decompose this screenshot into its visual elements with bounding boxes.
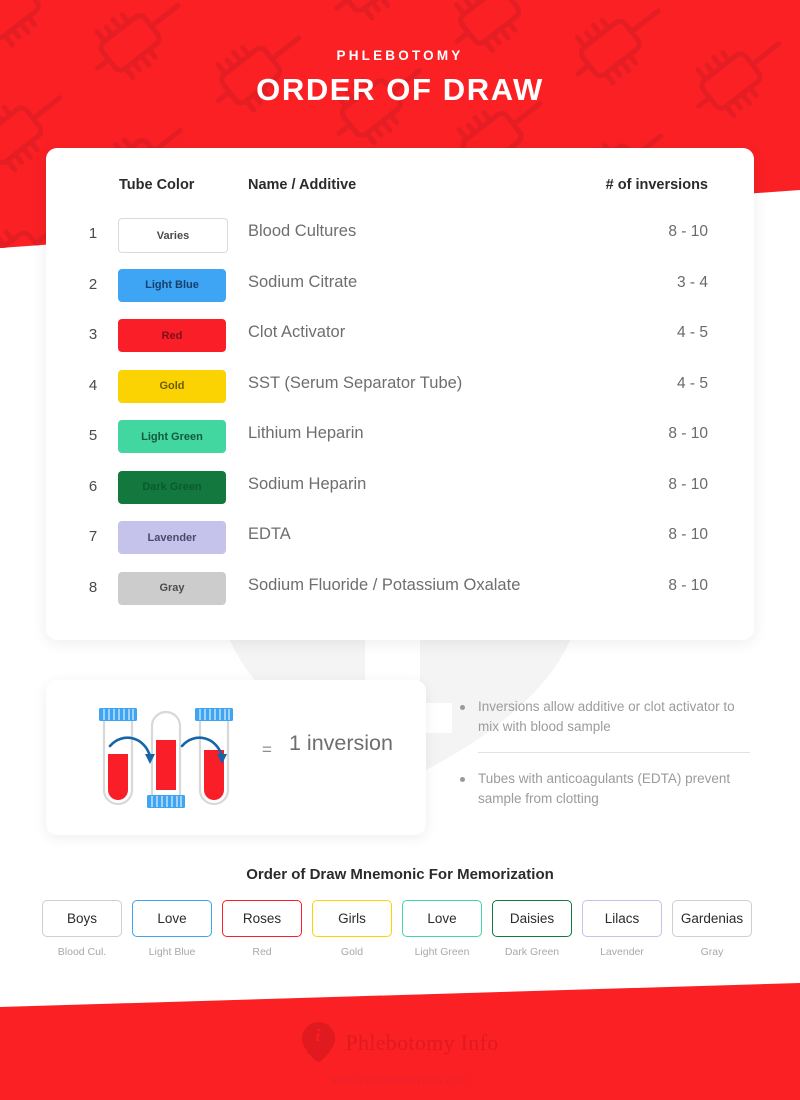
table-row: 7 Lavender EDTA 8 - 10: [46, 513, 754, 564]
table-row: 6 Dark Green Sodium Heparin 8 - 10: [46, 463, 754, 514]
info-pin-icon: i: [301, 1022, 335, 1064]
footer-url: www.phlebotomyinfo.com: [331, 1075, 469, 1087]
footer-content: i Phlebotomy Info www.phlebotomyinfo.com: [0, 1022, 800, 1087]
equals-sign: =: [262, 740, 272, 759]
mnemonic-item: Lilacs Lavender: [582, 900, 662, 958]
tube-color-chip: Lavender: [118, 521, 226, 554]
row-inversions: 8 - 10: [668, 526, 708, 543]
row-name-additive: Sodium Fluoride / Potassium Oxalate: [248, 575, 521, 594]
mnemonic-item: Girls Gold: [312, 900, 392, 958]
mnemonic-sublabel: Red: [252, 946, 272, 958]
inversion-definition-card: = 1 inversion: [46, 680, 426, 835]
row-inversions: 8 - 10: [668, 576, 708, 594]
mnemonic-word: Roses: [222, 900, 302, 937]
tube-color-chip: Gray: [118, 571, 226, 605]
row-name-additive: Sodium Heparin: [248, 474, 367, 493]
mnemonic-word: Love: [402, 900, 482, 937]
row-name-additive: Lithium Heparin: [248, 424, 364, 442]
bullet-dot-icon: [460, 777, 465, 783]
header-text-block: PHLEBOTOMY ORDER OF DRAW: [0, 0, 800, 108]
tube-color-chip: Red: [118, 319, 226, 352]
pin-letter: i: [315, 1026, 321, 1045]
inversion-label: 1 inversion: [289, 731, 393, 755]
table-header-row: Tube Color Name / Additive # of inversio…: [46, 173, 754, 207]
mnemonic-word: Lilacs: [582, 900, 662, 937]
mnemonic-item: Daisies Dark Green: [492, 900, 572, 958]
notes-list: Inversions allow additive or clot activa…: [460, 690, 750, 815]
row-inversions: 8 - 10: [668, 475, 708, 493]
row-index: 6: [88, 477, 98, 495]
mnemonic-word: Gardenias: [672, 900, 752, 937]
row-name-additive: Clot Activator: [248, 323, 346, 341]
mnemonic-item: Gardenias Gray: [672, 900, 752, 958]
mnemonic-item: Roses Red: [222, 900, 302, 958]
footer-brand: Phlebotomy Info: [345, 1030, 499, 1055]
column-header-inversions: # of inversions: [605, 177, 708, 193]
mnemonic-sublabel: Light Green: [414, 946, 470, 958]
note-item: Tubes with anticoagulants (EDTA) prevent…: [460, 762, 750, 815]
column-header-tube-color: Tube Color: [119, 177, 195, 193]
row-inversions: 8 - 10: [668, 223, 708, 240]
tube-color-chip: Light Blue: [118, 268, 226, 302]
tube-color-chip: Light Green: [118, 420, 226, 453]
tube-color-chip: Varies: [118, 218, 228, 253]
table-row: 1 Varies Blood Cultures 8 - 10: [46, 210, 754, 261]
mnemonic-sublabel: Dark Green: [504, 946, 560, 958]
header-kicker: PHLEBOTOMY: [336, 48, 464, 63]
tube-color-chip: Dark Green: [118, 470, 226, 504]
row-name-additive: EDTA: [248, 525, 291, 543]
mnemonic-sublabel: Lavender: [600, 946, 644, 958]
table-row: 4 Gold SST (Serum Separator Tube) 4 - 5: [46, 362, 754, 413]
note-item: Inversions allow additive or clot activa…: [460, 690, 750, 743]
notes-divider: [478, 752, 750, 754]
mnemonic-word: Girls: [312, 900, 392, 937]
mnemonic-item: Love Light Green: [402, 900, 482, 958]
row-inversions: 4 - 5: [676, 324, 708, 341]
mnemonic-word: Boys: [42, 900, 122, 937]
mnemonic-item: Boys Blood Cul.: [42, 900, 122, 958]
mnemonic-sublabel: Blood Cul.: [57, 946, 107, 958]
mnemonic-word: Daisies: [492, 900, 572, 937]
row-name-additive: SST (Serum Separator Tube): [248, 373, 463, 392]
column-header-name-additive: Name / Additive: [248, 177, 357, 193]
mnemonic-list: Boys Blood Cul. Love Light Blue Roses Red Girl…: [42, 900, 758, 958]
note-text: Inversions allow additive or clot activa…: [478, 699, 735, 734]
mnemonic-title: Order of Draw Mnemonic For Memorization: [246, 866, 554, 883]
note-text: Tubes with anticoagulants (EDTA) prevent…: [478, 771, 731, 806]
row-inversions: 3 - 4: [676, 273, 708, 291]
mnemonic-sublabel: Gold: [340, 946, 364, 958]
mnemonic-item: Love Light Blue: [132, 900, 212, 958]
table-row: 8 Gray Sodium Fluoride / Potassium Oxalate…: [46, 564, 754, 615]
row-name-additive: Sodium Citrate: [248, 272, 358, 291]
tube-color-chip: Gold: [118, 369, 226, 403]
mnemonic-sublabel: Gray: [700, 946, 724, 958]
row-index: 3: [88, 326, 98, 343]
page-title: ORDER OF DRAW: [256, 72, 544, 107]
row-index: 7: [88, 528, 98, 545]
row-index: 5: [88, 427, 98, 444]
bullet-dot-icon: [460, 705, 465, 710]
order-of-draw-table-card: Tube Color Name / Additive # of inversio…: [46, 148, 754, 640]
mnemonic-sublabel: Light Blue: [148, 946, 196, 958]
table-row: 5 Light Green Lithium Heparin 8 - 10: [46, 412, 754, 463]
mnemonic-word: Love: [132, 900, 212, 937]
row-index: 1: [88, 225, 98, 242]
row-name-additive: Blood Cultures: [248, 222, 357, 240]
table-row: 3 Red Clot Activator 4 - 5: [46, 311, 754, 362]
blood-tube-inversion-icon: [99, 708, 233, 808]
row-index: 4: [88, 376, 98, 394]
table-row: 2 Light Blue Sodium Citrate 3 - 4: [46, 261, 754, 312]
row-inversions: 4 - 5: [676, 374, 708, 392]
row-inversions: 8 - 10: [668, 425, 708, 442]
infographic-root: PHLEBOTOMY ORDER OF DRAW Tube Color Name…: [0, 0, 800, 1100]
row-index: 2: [88, 275, 98, 293]
row-index: 8: [88, 578, 98, 596]
